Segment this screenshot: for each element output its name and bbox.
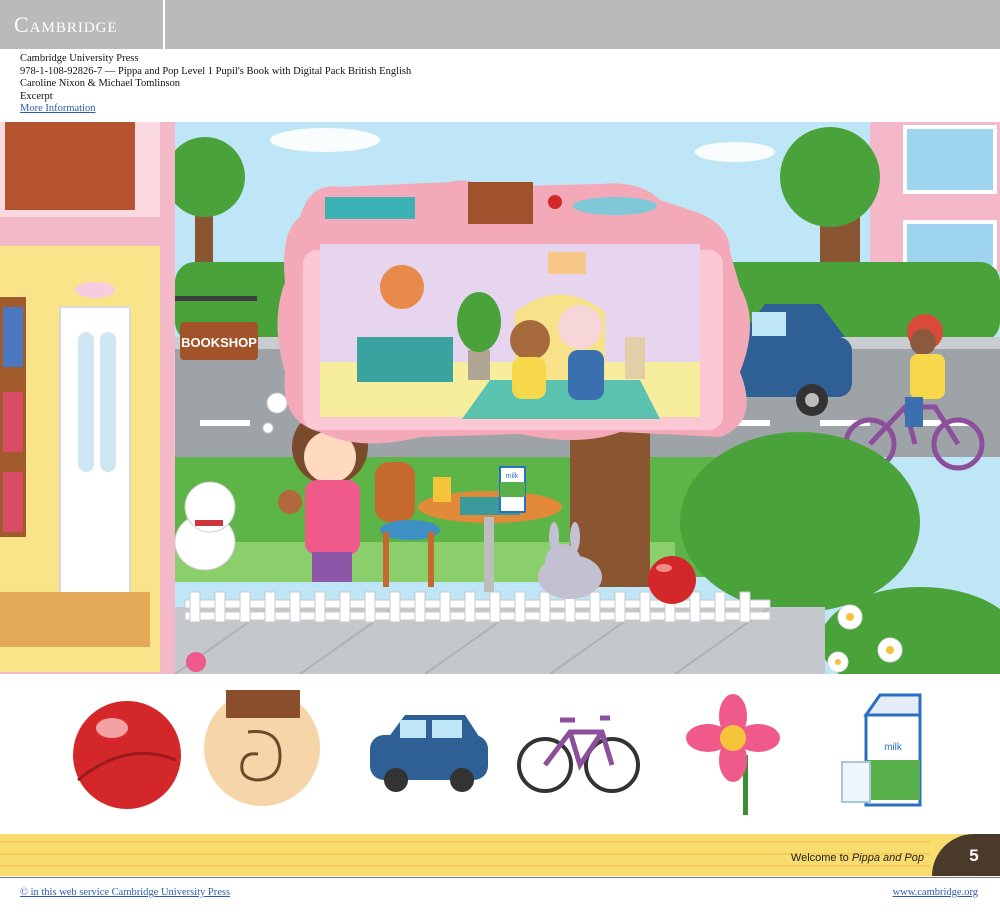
pink-building-right	[870, 122, 1000, 272]
milk-item[interactable]: milk	[841, 693, 922, 807]
authors-line: Caroline Nixon & Michael Tomlinson	[20, 78, 181, 89]
main-illustration: BOOKSHOP milk	[0, 122, 1000, 674]
bicycle-item[interactable]	[517, 715, 640, 793]
svg-text:milk: milk	[506, 473, 519, 480]
book-metadata: Cambridge University Press 978-1-108-928…	[20, 53, 411, 116]
ball-icon	[648, 556, 696, 604]
ball-item[interactable]	[73, 701, 181, 809]
header-bar: Cambridge	[0, 0, 1000, 49]
flower-item[interactable]	[686, 694, 780, 815]
copyright-link[interactable]: © in this web service Cambridge Universi…	[20, 887, 230, 898]
svg-text:BOOKSHOP: BOOKSHOP	[181, 335, 257, 350]
svg-text:milk: milk	[884, 742, 903, 753]
more-information-link[interactable]: More Information	[20, 103, 96, 114]
thought-bubble-icon	[262, 180, 750, 444]
publisher-line: Cambridge University Press	[20, 53, 139, 64]
footer-divider	[0, 877, 1000, 878]
car-item[interactable]	[370, 715, 488, 792]
header-divider	[163, 0, 165, 49]
welcome-prefix: Welcome to	[790, 852, 852, 864]
page-band: Welcome to Pippa and Pop 5	[0, 834, 1000, 876]
book-title: Pippa and Pop	[851, 852, 924, 864]
ear-item[interactable]	[204, 690, 320, 806]
house-icon	[0, 122, 175, 674]
vocabulary-items-row: milk	[0, 680, 1000, 830]
excerpt-line: Excerpt	[20, 90, 53, 102]
welcome-caption: Welcome to Pippa and Pop	[791, 852, 924, 864]
isbn-title-line: 978-1-108-92826-7 — Pippa and Pop Level …	[20, 65, 412, 77]
cambridge-logo[interactable]: Cambridge	[14, 12, 118, 38]
website-link[interactable]: www.cambridge.org	[893, 887, 978, 898]
